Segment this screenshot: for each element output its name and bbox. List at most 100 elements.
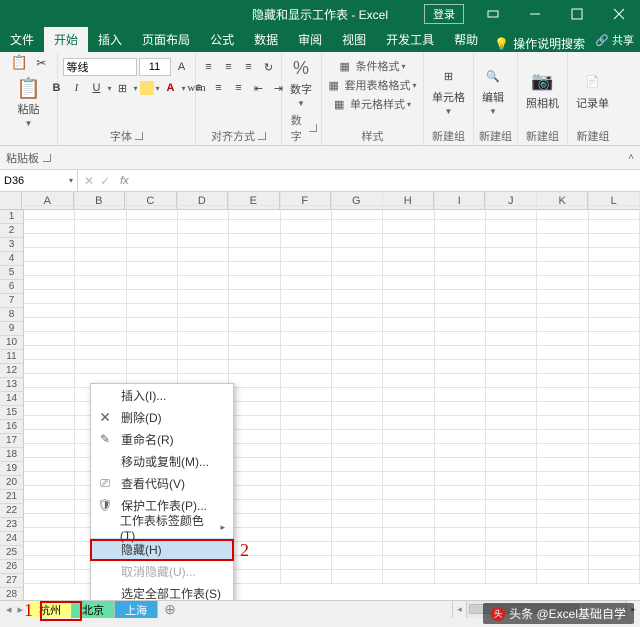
tab-insert[interactable]: 插入 [88,27,132,52]
cell[interactable] [537,444,588,458]
cell[interactable] [537,234,588,248]
formula-input[interactable] [133,170,640,191]
cell[interactable] [486,514,537,528]
share-button[interactable]: 🔗 共享 [595,32,634,48]
tab-layout[interactable]: 页面布局 [132,27,200,52]
cell[interactable] [435,318,486,332]
row-header[interactable]: 1 [0,210,24,224]
cell[interactable] [537,542,588,556]
cell[interactable] [537,360,588,374]
cell[interactable] [589,374,640,388]
paste-button[interactable]: 📋 粘贴 ▼ [14,75,44,130]
cell[interactable] [332,346,383,360]
row-header[interactable]: 21 [0,490,24,504]
dialog-launcher-icon[interactable] [258,132,266,140]
cell[interactable] [281,500,332,514]
cell[interactable] [75,304,126,318]
cell[interactable] [127,248,178,262]
row-header[interactable]: 18 [0,448,24,462]
cell[interactable] [486,472,537,486]
cell[interactable] [332,262,383,276]
row-header[interactable]: 20 [0,476,24,490]
cell[interactable] [486,556,537,570]
cell[interactable] [24,416,75,430]
cell[interactable] [281,514,332,528]
cell[interactable] [178,220,229,234]
cell[interactable] [537,556,588,570]
cell[interactable] [24,206,75,220]
add-sheet-button[interactable]: ⊕ [158,601,182,618]
cell[interactable] [127,276,178,290]
cell[interactable] [281,346,332,360]
row-header[interactable]: 16 [0,420,24,434]
cell[interactable] [435,248,486,262]
cell[interactable] [281,556,332,570]
cell[interactable] [383,486,434,500]
cell[interactable] [281,262,332,276]
cancel-formula-icon[interactable]: ✕ [84,174,94,188]
cell[interactable] [229,416,280,430]
cell[interactable] [537,346,588,360]
close-icon[interactable] [598,0,640,28]
cell[interactable] [589,542,640,556]
cell-styles-button[interactable]: ▦单元格样式 ▾ [334,96,411,112]
cell[interactable] [383,570,434,584]
font-color-button[interactable]: A [162,79,180,97]
cell[interactable] [537,472,588,486]
cell[interactable] [332,402,383,416]
cell[interactable] [383,514,434,528]
cell[interactable] [24,444,75,458]
cell[interactable] [24,276,75,290]
cell[interactable] [537,514,588,528]
cell[interactable] [281,472,332,486]
cell[interactable] [332,360,383,374]
ctx-move[interactable]: 移动或复制(M)... [91,450,233,472]
row-header[interactable]: 23 [0,518,24,532]
row-header[interactable]: 8 [0,308,24,322]
cell[interactable] [435,570,486,584]
cell[interactable] [486,206,537,220]
cell[interactable] [332,542,383,556]
cell[interactable] [178,346,229,360]
tab-view[interactable]: 视图 [332,27,376,52]
cell[interactable] [435,192,486,206]
row-header[interactable]: 5 [0,266,24,280]
cell[interactable] [281,290,332,304]
cell[interactable] [332,430,383,444]
cell[interactable] [75,332,126,346]
cell[interactable] [486,248,537,262]
login-button[interactable]: 登录 [424,4,464,24]
cell[interactable] [383,416,434,430]
cell[interactable] [178,332,229,346]
row-header[interactable]: 25 [0,546,24,560]
row-header[interactable]: 15 [0,406,24,420]
cell[interactable] [229,262,280,276]
cell[interactable] [75,346,126,360]
cell[interactable] [281,430,332,444]
cell[interactable] [281,276,332,290]
row-header[interactable]: 17 [0,434,24,448]
row-header[interactable]: 14 [0,392,24,406]
cell[interactable] [127,234,178,248]
cell[interactable] [486,444,537,458]
cell[interactable] [589,570,640,584]
ctx-viewcode[interactable]: ⎚查看代码(V) [91,472,233,494]
name-box[interactable]: D36 ▾ [0,170,78,191]
cell[interactable] [281,360,332,374]
cell[interactable] [178,192,229,206]
cell[interactable] [435,430,486,444]
sheet-nav-left-icon[interactable]: ◂ [6,603,12,616]
cell[interactable] [589,514,640,528]
cell[interactable] [332,332,383,346]
cell[interactable] [281,220,332,234]
cell[interactable] [435,206,486,220]
cell[interactable] [332,304,383,318]
cell[interactable] [383,304,434,318]
row-header[interactable]: 11 [0,350,24,364]
cell[interactable] [24,248,75,262]
dialog-launcher-icon[interactable] [135,132,143,140]
align-center-icon[interactable]: ≡ [210,79,228,97]
ctx-rename[interactable]: ✎重命名(R) [91,428,233,450]
cell[interactable] [24,332,75,346]
cell[interactable] [75,234,126,248]
